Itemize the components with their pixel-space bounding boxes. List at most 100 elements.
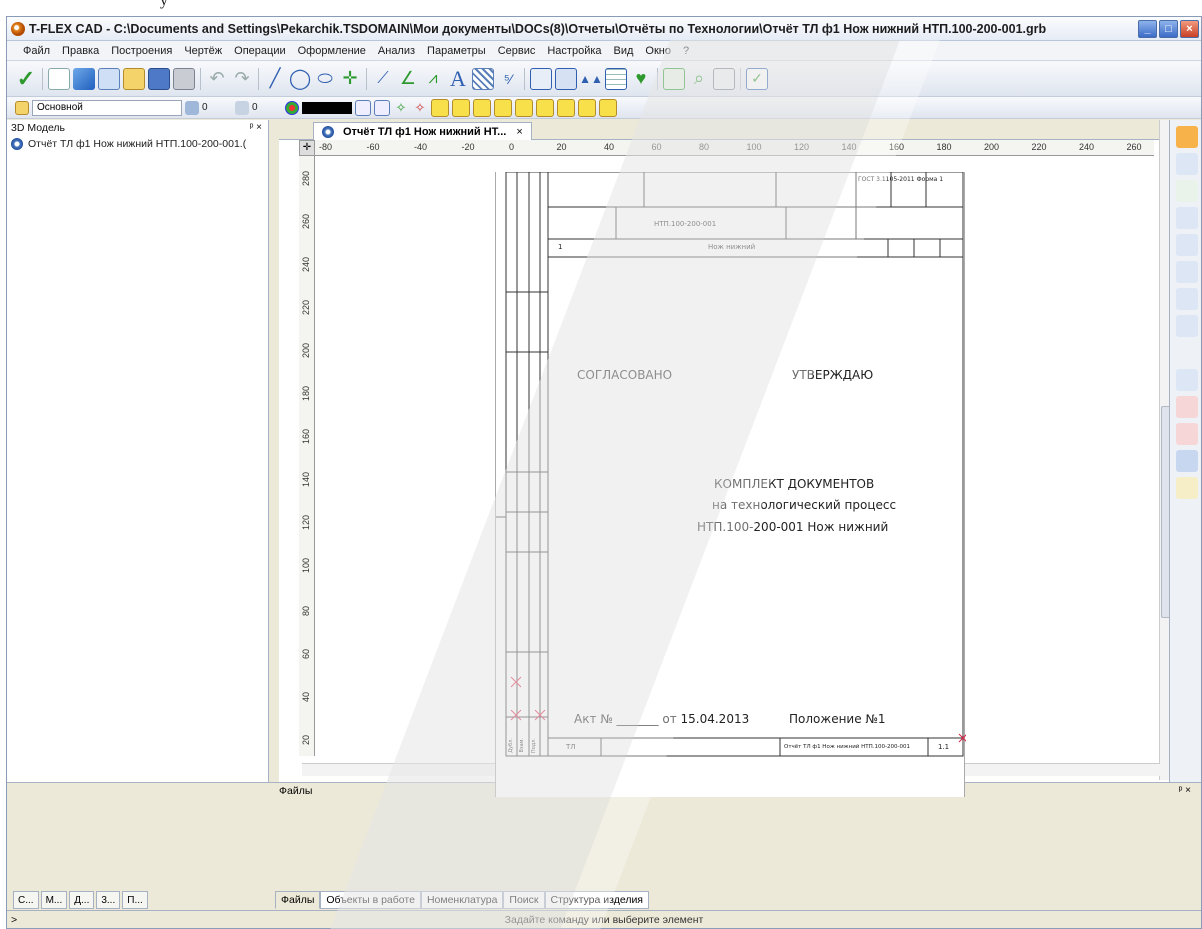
ruler-origin-icon[interactable]: ✛: [299, 140, 315, 156]
tab-left-3[interactable]: Д...: [69, 891, 95, 909]
level-field[interactable]: 0: [202, 102, 232, 113]
select-filter8-icon[interactable]: [578, 98, 596, 117]
tab-nomenclature[interactable]: Номенклатура: [420, 891, 504, 909]
zoom-icon[interactable]: [1175, 315, 1198, 337]
menu-format[interactable]: Оформление: [292, 45, 372, 57]
tab-left-1[interactable]: С...: [13, 891, 39, 909]
tab-left-2[interactable]: М...: [40, 891, 68, 909]
window-icon[interactable]: [98, 67, 120, 90]
files-tabs: Файлы Объекты в работе Номенклатура Поис…: [275, 891, 649, 909]
roughness-icon[interactable]: ▲▲: [579, 68, 603, 90]
select-filter2-icon[interactable]: [452, 98, 470, 117]
ruler-h-label: -20: [461, 142, 475, 152]
magnet-icon[interactable]: [1175, 126, 1198, 148]
menu-operations[interactable]: Операции: [228, 45, 291, 57]
check-red-icon[interactable]: [1175, 396, 1198, 418]
menu-parameters[interactable]: Параметры: [421, 45, 492, 57]
line-icon[interactable]: ╱: [264, 68, 286, 90]
layer-select[interactable]: Основной: [32, 99, 182, 116]
tab-left-4[interactable]: 3...: [96, 891, 121, 909]
menu-file[interactable]: Файл: [17, 45, 56, 57]
ruler-h-label: 220: [1031, 142, 1047, 152]
table-icon[interactable]: [605, 67, 627, 90]
spline-icon[interactable]: [1175, 153, 1198, 175]
priority-field[interactable]: 0: [252, 102, 282, 113]
select-filter9-icon[interactable]: [599, 98, 617, 117]
menu-construct[interactable]: Построения: [105, 45, 178, 57]
color-icon[interactable]: [285, 100, 299, 115]
snap-icon[interactable]: ✧: [393, 100, 409, 116]
menu-edit[interactable]: Правка: [56, 45, 105, 57]
tab-product-structure[interactable]: Структура изделия: [544, 891, 649, 909]
filter-icon[interactable]: [355, 99, 371, 116]
ruler-v-label: 160: [301, 428, 311, 444]
new-document-icon[interactable]: [48, 67, 70, 90]
ruler-h-label: 260: [1126, 142, 1142, 152]
filter2-icon[interactable]: [374, 99, 390, 116]
menu-analysis[interactable]: Анализ: [372, 45, 421, 57]
minimize-button[interactable]: _: [1138, 20, 1157, 38]
copy-icon[interactable]: [1175, 369, 1198, 391]
angle-icon[interactable]: ∠: [397, 68, 419, 90]
tree-item-document[interactable]: Отчёт ТЛ ф1 Нож нижний НТП.100-200-001.(: [7, 136, 268, 152]
page-icon[interactable]: [663, 67, 685, 90]
check-document-icon[interactable]: ✓: [746, 67, 768, 90]
offset-icon[interactable]: [1175, 207, 1198, 229]
drawing-sheet[interactable]: ГОСТ 3.1105-2011 Форма 1 НТП.100-200-001…: [495, 172, 966, 797]
check-multi-icon[interactable]: [1175, 423, 1198, 445]
select-filter5-icon[interactable]: [515, 98, 533, 117]
maximize-button[interactable]: □: [1159, 20, 1178, 38]
text-icon[interactable]: A: [447, 66, 469, 91]
title-line-2: на технологический процесс: [712, 498, 897, 512]
arc-icon[interactable]: [1175, 180, 1198, 202]
accept-icon[interactable]: ✓: [15, 66, 37, 91]
tab-objects-in-work[interactable]: Объекты в работе: [320, 891, 421, 909]
circle-icon[interactable]: ◯: [289, 68, 311, 90]
select-filter7-icon[interactable]: [557, 98, 575, 117]
panel-pin-close-icon[interactable]: ᵖ ×: [250, 120, 262, 136]
list-icon[interactable]: [713, 67, 735, 90]
menu-settings[interactable]: Настройка: [541, 45, 607, 57]
menu-help[interactable]: ?: [677, 45, 695, 57]
tab-files[interactable]: Файлы: [275, 891, 321, 909]
graph-icon[interactable]: ⩘: [422, 68, 444, 90]
menu-service[interactable]: Сервис: [492, 45, 542, 57]
close-button[interactable]: ×: [1180, 20, 1199, 38]
3d-model-icon[interactable]: [73, 67, 95, 90]
select-filter3-icon[interactable]: [473, 98, 491, 117]
tab-search[interactable]: Поиск: [503, 891, 545, 909]
open-icon[interactable]: [123, 67, 145, 90]
tolerance-icon[interactable]: [555, 67, 577, 90]
select-filter6-icon[interactable]: [536, 98, 554, 117]
files-panel-pin-icon[interactable]: ᵖ ×: [1179, 783, 1191, 799]
tab-close-icon[interactable]: ×: [516, 126, 522, 138]
cube-icon[interactable]: [1175, 450, 1198, 472]
act-label: Акт № _______ от 15.04.2013: [574, 712, 750, 726]
search-icon[interactable]: ⌕: [688, 68, 710, 90]
document-tab[interactable]: Отчёт ТЛ ф1 Нож нижний НТ... ×: [313, 122, 532, 140]
cube2-icon[interactable]: [1175, 477, 1198, 499]
outline-icon[interactable]: ⟋: [372, 68, 394, 90]
ellipse-icon[interactable]: ⬭: [314, 68, 336, 90]
point-icon[interactable]: [1175, 342, 1198, 364]
heart-icon[interactable]: ♥: [630, 68, 652, 90]
undo-icon[interactable]: ↶: [206, 68, 228, 90]
dimension-icon[interactable]: ⁵⁄: [497, 68, 519, 90]
rotate-icon[interactable]: [1175, 288, 1198, 310]
save-icon[interactable]: [148, 67, 170, 90]
dim-h-icon[interactable]: [1175, 234, 1198, 256]
snap2-icon[interactable]: ✧: [412, 100, 428, 116]
color-swatch[interactable]: [302, 101, 352, 114]
node-icon[interactable]: ✛: [339, 68, 361, 90]
dim-v-icon[interactable]: [1175, 261, 1198, 283]
menu-drawing[interactable]: Чертёж: [178, 45, 228, 57]
redo-icon[interactable]: ↷: [231, 68, 253, 90]
tab-left-5[interactable]: П...: [122, 891, 148, 909]
hatch-icon[interactable]: [472, 67, 494, 90]
menu-window[interactable]: Окно: [639, 45, 677, 57]
select-filter-icon[interactable]: [431, 98, 449, 117]
print-icon[interactable]: [173, 67, 195, 90]
menu-view[interactable]: Вид: [608, 45, 640, 57]
select-filter4-icon[interactable]: [494, 98, 512, 117]
insert-fragment-icon[interactable]: [530, 67, 552, 90]
